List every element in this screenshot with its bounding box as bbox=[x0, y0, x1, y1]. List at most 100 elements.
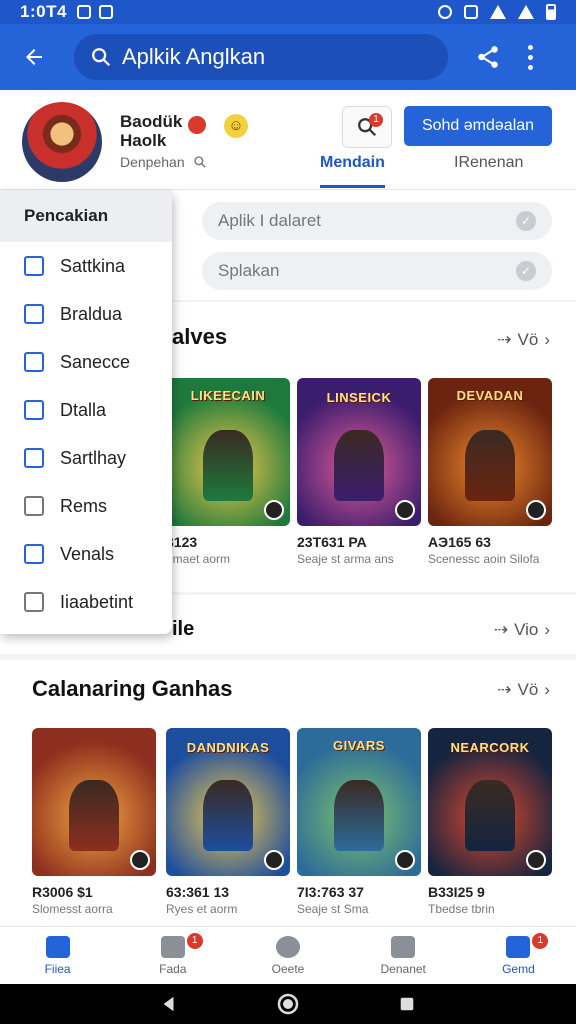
notification-badge: 1 bbox=[369, 113, 383, 127]
game-cover-image: GIVARS bbox=[297, 728, 421, 876]
notification-badge: 1 bbox=[186, 933, 203, 949]
game-price: 63:361 13 bbox=[166, 884, 230, 900]
chevron-right-icon: › bbox=[544, 330, 550, 349]
game-meta: Seaje st Sma bbox=[297, 902, 369, 916]
side-menu-item-label: Sanecce bbox=[60, 351, 131, 372]
hero-figure-icon bbox=[334, 779, 384, 851]
profile-header: Baodük Haolk Denpehan 1 Sohd əmdəalan Me… bbox=[0, 90, 576, 190]
nav-item-fada[interactable]: Fada 1 bbox=[115, 927, 230, 984]
mute-icon bbox=[438, 5, 452, 19]
side-menu-item[interactable]: Iiaabetint bbox=[0, 578, 172, 626]
app-bar: Aplkik Anglkan bbox=[0, 24, 576, 90]
see-all-link[interactable]: ⇢ Vio › bbox=[494, 620, 550, 640]
game-meta: Ryes et aorm bbox=[166, 902, 238, 916]
nav-item-denanet[interactable]: Denanet bbox=[346, 927, 461, 984]
edit-icon bbox=[24, 304, 44, 324]
search-button[interactable]: 1 bbox=[342, 106, 392, 148]
side-menu-item[interactable]: Sanecce bbox=[0, 338, 172, 386]
hero-figure-icon bbox=[69, 779, 119, 851]
side-menu-item-label: Sartlhay bbox=[60, 447, 127, 468]
nav-item-label: Oeete bbox=[271, 961, 305, 976]
recents-square-icon[interactable] bbox=[398, 995, 416, 1013]
side-menu-item[interactable]: Venals bbox=[0, 530, 172, 578]
game-card[interactable]: GIVARS 7I3:763 37 Seaje st Sma bbox=[297, 728, 421, 916]
nav-item-label: Gemd bbox=[502, 961, 535, 976]
image-icon bbox=[98, 5, 113, 19]
side-menu-item-label: Venals bbox=[60, 543, 115, 564]
tab-mendain[interactable]: Mendain bbox=[320, 154, 385, 188]
section-title: Calanaring Ganhas bbox=[32, 676, 233, 701]
profile-name: Baodük Haolk bbox=[120, 112, 183, 150]
side-menu-item-label: Rems bbox=[60, 495, 108, 516]
side-menu-item[interactable]: Braldua bbox=[0, 290, 172, 338]
game-card[interactable]: NEARCORK B33I25 9 Tbedse tbrin bbox=[428, 728, 552, 916]
game-cover-title: LINSEICK bbox=[326, 390, 392, 405]
bottom-nav: Fiiea Fada 1 Oeete Denanet Gemd 1 bbox=[0, 926, 576, 984]
search-icon bbox=[92, 48, 111, 67]
smiley-icon: ☺ bbox=[224, 114, 248, 138]
game-cover-title: NEARCORK bbox=[450, 740, 530, 755]
back-button[interactable] bbox=[14, 37, 54, 77]
game-badge-icon bbox=[395, 850, 415, 870]
search-icon bbox=[193, 156, 206, 168]
filter-field-1[interactable]: Aplik I dalaret ✓ bbox=[202, 202, 552, 240]
home-icon bbox=[45, 935, 70, 958]
side-menu-item[interactable]: Rems bbox=[0, 482, 172, 530]
check-icon: ✓ bbox=[516, 261, 536, 281]
hero-figure-icon bbox=[203, 779, 253, 851]
side-menu-header: Pencakian bbox=[0, 190, 172, 242]
game-badge-icon bbox=[130, 850, 150, 870]
side-menu-item-label: Braldua bbox=[60, 303, 123, 324]
arrows-icon: ⇢ bbox=[493, 620, 509, 639]
share-button[interactable] bbox=[472, 41, 504, 73]
game-cover-title: DEVADAN bbox=[456, 388, 524, 403]
status-time: 1:0T4 bbox=[20, 2, 67, 21]
game-price: 23T631 PA bbox=[297, 534, 367, 550]
side-menu-item[interactable]: Sartlhay bbox=[0, 434, 172, 482]
search-icon bbox=[276, 935, 300, 958]
see-all-link[interactable]: ⇢ Vö › bbox=[497, 330, 550, 350]
game-badge-icon bbox=[264, 500, 284, 520]
game-price: B33I25 9 bbox=[428, 884, 485, 900]
nav-item-label: Denanet bbox=[380, 961, 426, 976]
hero-figure-icon bbox=[465, 429, 515, 501]
tag-icon bbox=[24, 400, 44, 420]
section-title: alves bbox=[172, 324, 228, 349]
game-cover-image: LIKEECAIN bbox=[166, 378, 290, 526]
tab-irenenan[interactable]: IRenenan bbox=[454, 154, 523, 188]
lock-icon bbox=[464, 5, 478, 19]
game-cover-title: DANDNIKAS bbox=[186, 740, 270, 755]
side-menu-item[interactable]: Dtalla bbox=[0, 386, 172, 434]
share-icon bbox=[478, 46, 498, 68]
hero-figure-icon bbox=[465, 779, 515, 851]
game-card[interactable]: LIKEECAIN 3123 emaet aorm bbox=[166, 378, 290, 566]
side-menu-item-label: Dtalla bbox=[60, 399, 107, 420]
filter-field-2[interactable]: Splakan ✓ bbox=[202, 252, 552, 290]
wrench-icon bbox=[24, 544, 44, 564]
avatar[interactable] bbox=[22, 102, 102, 182]
nav-item-oeete[interactable]: Oeete bbox=[230, 927, 345, 984]
hero-figure-icon bbox=[203, 429, 253, 501]
side-menu-item[interactable]: Sattkina bbox=[0, 242, 172, 290]
hero-figure-icon bbox=[334, 429, 384, 501]
game-price: 7I3:763 37 bbox=[297, 884, 364, 900]
game-cover-image bbox=[32, 728, 156, 876]
more-menu-button[interactable] bbox=[522, 44, 538, 70]
game-card[interactable]: DANDNIKAS 63:361 13 Ryes et aorm bbox=[166, 728, 290, 916]
red-badge-icon bbox=[186, 114, 208, 136]
arrows-icon: ⇢ bbox=[497, 680, 512, 699]
search-bar[interactable]: Aplkik Anglkan bbox=[74, 34, 448, 80]
primary-action-button[interactable]: Sohd əmdəalan bbox=[404, 106, 552, 146]
game-badge-icon bbox=[526, 850, 546, 870]
game-card[interactable]: R3006 $1 Slomesst aorra bbox=[32, 728, 156, 916]
nav-item-fiiea[interactable]: Fiiea bbox=[0, 927, 115, 984]
see-all-link[interactable]: ⇢ Vö › bbox=[497, 680, 550, 700]
game-card[interactable]: DEVADAN AЭ165 63 Scenessc aoin Silofa bbox=[428, 378, 552, 566]
nav-item-gemd[interactable]: Gemd 1 bbox=[461, 927, 576, 984]
arrows-icon: ⇢ bbox=[497, 330, 512, 349]
back-triangle-icon[interactable] bbox=[160, 995, 178, 1013]
chevron-right-icon: › bbox=[544, 620, 550, 639]
profile-subtitle: Denpehan bbox=[120, 154, 207, 170]
game-card[interactable]: LINSEICK 23T631 PA Seaje st arma ans bbox=[297, 378, 421, 566]
home-circle-icon[interactable] bbox=[277, 993, 299, 1015]
